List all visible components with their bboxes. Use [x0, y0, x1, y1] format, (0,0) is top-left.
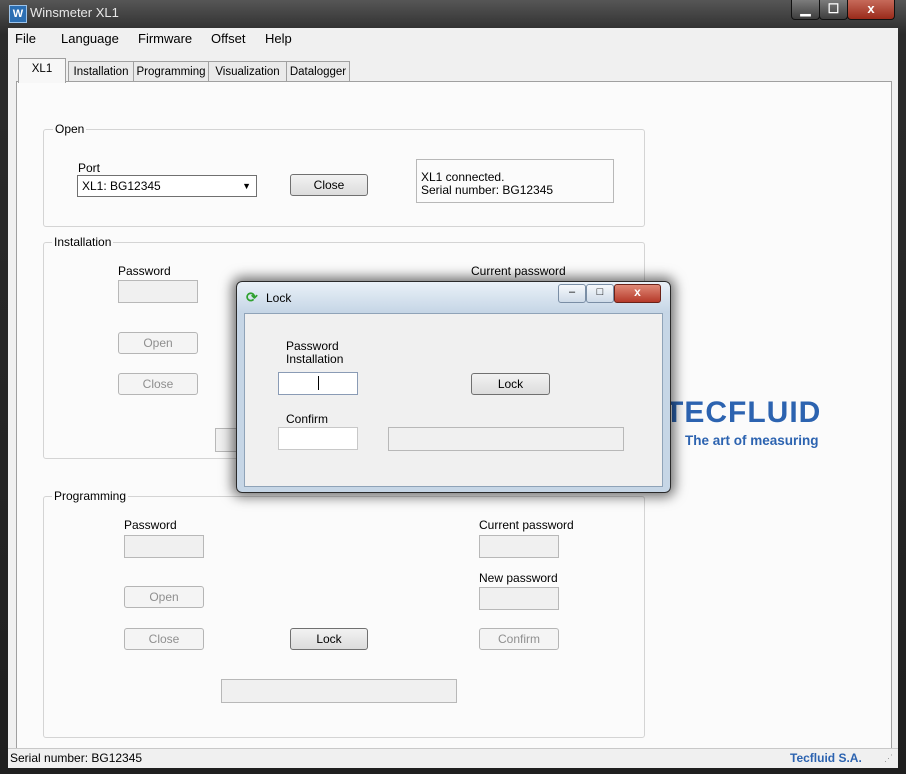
programming-current-password-label: Current password — [479, 518, 574, 532]
resize-grip-icon[interactable]: ⋰ — [884, 753, 893, 764]
programming-lock-button[interactable]: Lock — [290, 628, 368, 650]
lock-dialog-content: Password Installation Lock Confirm — [244, 313, 663, 487]
installation-group-title: Installation — [52, 235, 114, 249]
menu-firmware[interactable]: Firmware — [138, 31, 192, 46]
installation-close-button[interactable]: Close — [118, 373, 198, 395]
title-bar[interactable]: W Winsmeter XL1 ▁ ☐ x — [0, 0, 906, 28]
refresh-icon: ⟳ — [246, 289, 258, 305]
status-serial: Serial number: BG12345 — [10, 751, 143, 765]
lock-confirm-label: Confirm — [286, 412, 329, 426]
port-label: Port — [78, 161, 101, 175]
port-select-value: XL1: BG12345 — [82, 179, 161, 193]
connection-status-line2: Serial number: BG12345 — [421, 183, 554, 197]
programming-confirm-button[interactable]: Confirm — [479, 628, 559, 650]
close-port-button[interactable]: Close — [290, 174, 368, 196]
dialog-minimize-button[interactable]: – — [558, 284, 586, 303]
tab-xl1[interactable]: XL1 — [18, 58, 66, 83]
programming-current-password-field[interactable] — [479, 535, 559, 558]
tab-installation[interactable]: Installation — [68, 61, 134, 82]
status-company: Tecfluid S.A. — [790, 751, 862, 765]
menu-help[interactable]: Help — [265, 31, 292, 46]
window-title: Winsmeter XL1 — [30, 5, 119, 20]
status-bar: Serial number: BG12345 Tecfluid S.A. ⋰ — [8, 748, 898, 768]
programming-new-password-label: New password — [479, 571, 558, 585]
lock-password-label-line2: Installation — [286, 352, 344, 366]
connection-status-box: XL1 connected. Serial number: BG12345 — [416, 159, 614, 203]
menu-language[interactable]: Language — [61, 31, 119, 46]
open-group-title: Open — [53, 122, 87, 136]
minimize-button[interactable]: ▁ — [791, 0, 820, 20]
close-button[interactable]: x — [847, 0, 895, 20]
chevron-down-icon: ▼ — [242, 181, 251, 191]
logo-tagline: The art of measuring — [685, 433, 819, 448]
lock-confirm-field[interactable] — [278, 427, 358, 450]
menu-bar: File Language Firmware Offset Help — [8, 28, 898, 50]
connection-status-line1: XL1 connected. — [421, 170, 505, 184]
tab-programming[interactable]: Programming — [133, 61, 209, 82]
tab-visualization[interactable]: Visualization — [208, 61, 287, 82]
lock-button[interactable]: Lock — [471, 373, 550, 395]
installation-password-field[interactable] — [118, 280, 198, 303]
programming-status-box — [221, 679, 457, 703]
programming-close-button[interactable]: Close — [124, 628, 204, 650]
lock-password-label-line1: Password — [286, 339, 339, 353]
tab-datalogger[interactable]: Datalogger — [286, 61, 350, 82]
lock-password-field[interactable] — [278, 372, 358, 395]
programming-password-field[interactable] — [124, 535, 204, 558]
text-cursor — [318, 376, 319, 390]
lock-dialog-title: Lock — [266, 291, 292, 305]
installation-password-label: Password — [118, 264, 171, 278]
lock-status-box — [388, 427, 624, 451]
app-icon: W — [9, 5, 27, 23]
port-select[interactable]: XL1: BG12345 ▼ — [77, 175, 257, 197]
dialog-maximize-button[interactable]: □ — [586, 284, 614, 303]
programming-new-password-field[interactable] — [479, 587, 559, 610]
programming-group-title: Programming — [52, 489, 129, 503]
dialog-close-button[interactable]: x — [614, 284, 661, 303]
tecfluid-logo: TECFLUID The art of measuring — [665, 396, 891, 456]
programming-open-button[interactable]: Open — [124, 586, 204, 608]
menu-offset[interactable]: Offset — [211, 31, 245, 46]
installation-current-password-label: Current password — [471, 264, 566, 278]
menu-file[interactable]: File — [15, 31, 36, 46]
maximize-button[interactable]: ☐ — [819, 0, 848, 20]
installation-open-button[interactable]: Open — [118, 332, 198, 354]
programming-password-label: Password — [124, 518, 177, 532]
lock-dialog: ⟳ Lock – □ x Password Installation Lock … — [236, 281, 671, 493]
logo-name: TECFLUID — [665, 396, 822, 429]
